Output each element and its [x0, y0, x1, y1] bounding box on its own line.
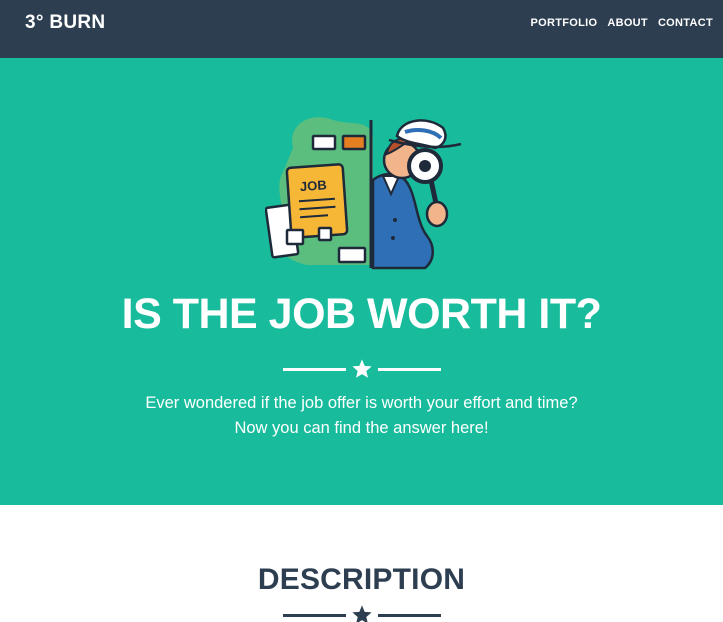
hero-description: Ever wondered if the job offer is worth … [0, 391, 723, 441]
hero-text-line1: Ever wondered if the job offer is worth … [145, 394, 578, 412]
description-divider [282, 604, 441, 622]
job-paper-text: JOB [299, 177, 327, 194]
detective-magnifying-glass-job-icon: JOB [265, 117, 462, 270]
star-icon [351, 605, 372, 622]
brand-link[interactable]: 3° BURN [25, 12, 105, 34]
navbar: 3° BURN PORTFOLIO ABOUT CONTACT [0, 0, 723, 58]
hero-divider [282, 358, 441, 380]
nav-link-about[interactable]: ABOUT [607, 17, 648, 29]
divider-line-left [282, 614, 346, 617]
hero-text-line2: Now you can find the answer here! [234, 419, 489, 437]
divider-line-right [377, 614, 441, 617]
divider-line-left [282, 368, 346, 371]
hero-section: JOB IS THE JOB WORTH IT? Ever wondered i… [0, 58, 723, 505]
nav-links: PORTFOLIO ABOUT CONTACT [530, 17, 713, 29]
nav-link-portfolio[interactable]: PORTFOLIO [530, 17, 597, 29]
star-icon [351, 359, 372, 378]
hero-title: IS THE JOB WORTH IT? [121, 290, 602, 338]
description-title: DESCRIPTION [257, 563, 466, 596]
divider-line-right [377, 368, 441, 371]
nav-link-contact[interactable]: CONTACT [658, 17, 713, 29]
